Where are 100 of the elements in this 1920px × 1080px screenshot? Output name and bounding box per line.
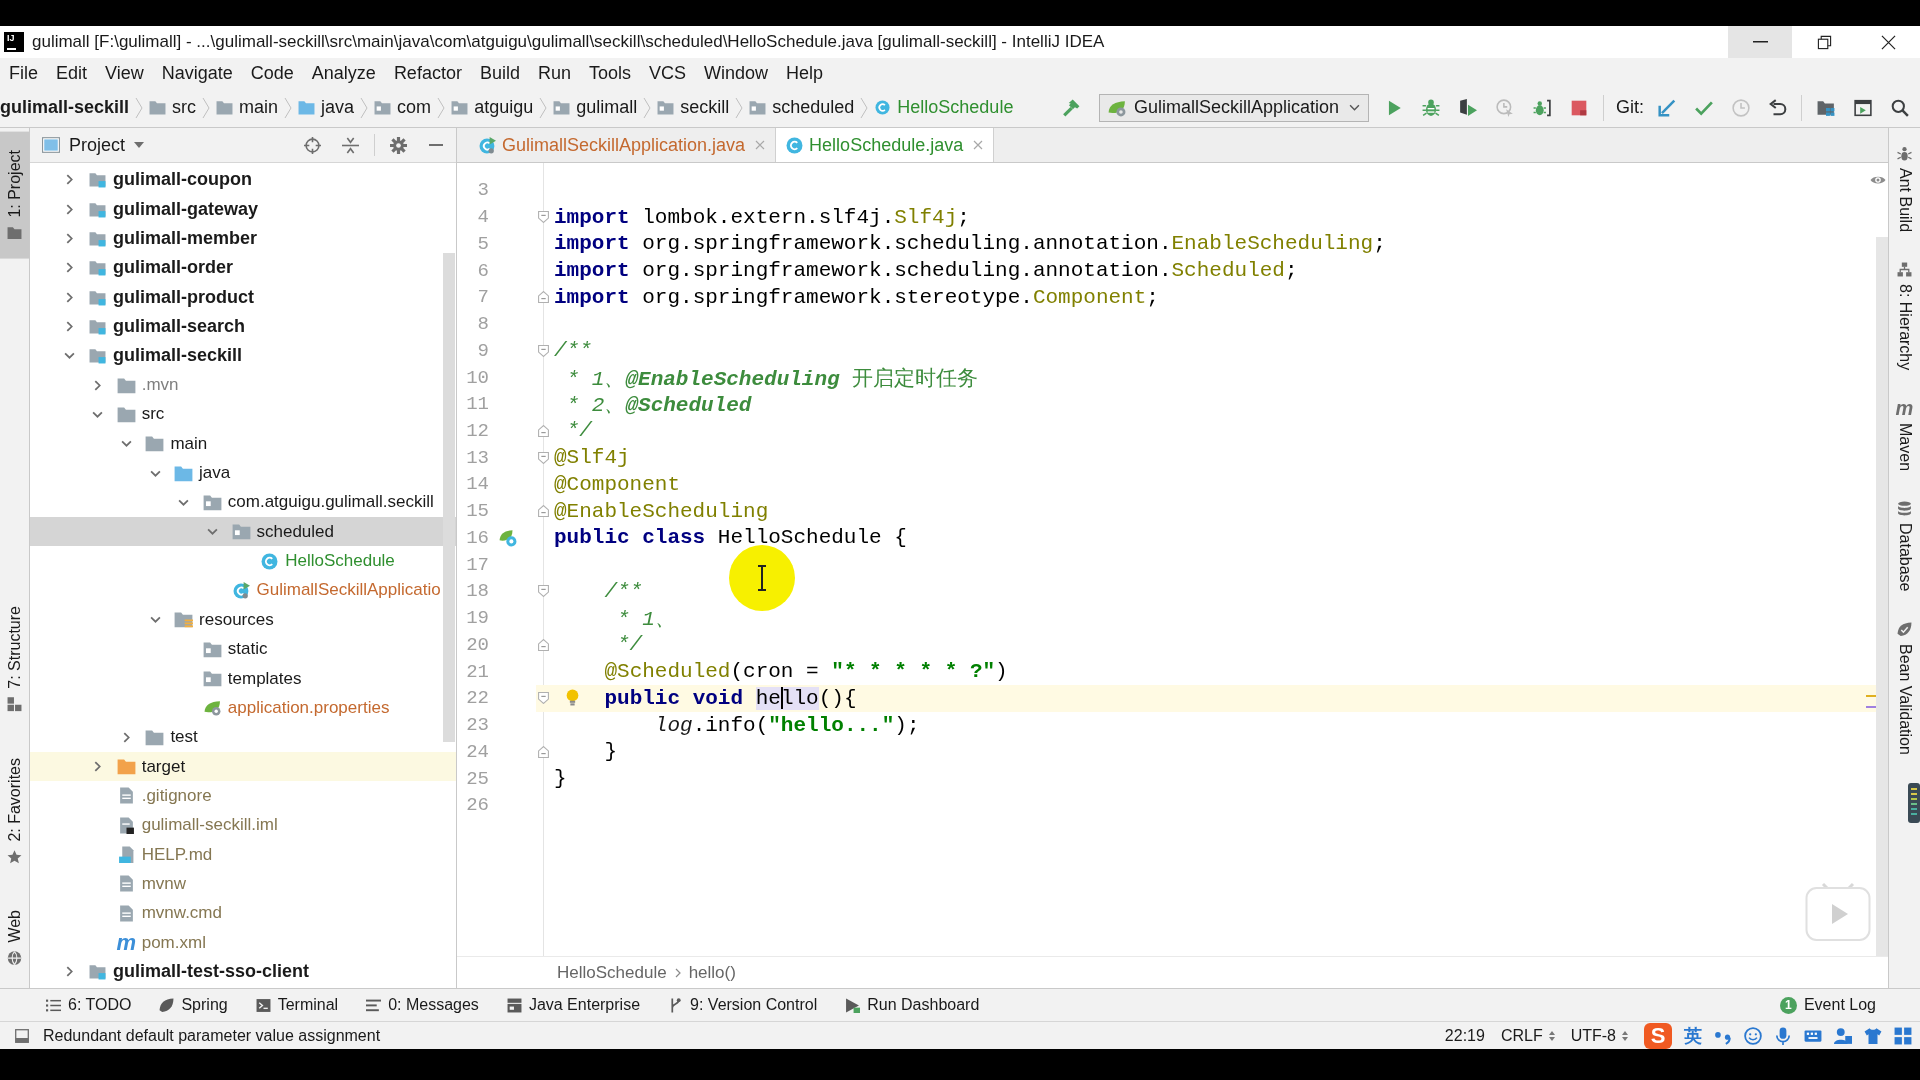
tree-item[interactable]: templates	[30, 663, 456, 694]
breadcrumb[interactable]: main	[216, 97, 279, 118]
tree-item[interactable]: mvnw.cmd	[30, 898, 456, 928]
tool-window-button[interactable]: 7: Structure	[0, 596, 29, 722]
fold-marker-icon[interactable]	[537, 344, 549, 357]
tool-window-button[interactable]: Run Dashboard	[843, 991, 982, 1019]
breadcrumb[interactable]: HelloSchedule	[874, 97, 1014, 118]
input-language-toggle[interactable]: 英	[1684, 1023, 1702, 1048]
tree-item[interactable]: scheduled	[30, 517, 456, 547]
menu-item[interactable]: Help	[777, 62, 833, 84]
tool-window-button[interactable]: 8: Hierarchy	[1895, 258, 1914, 375]
smiley-icon[interactable]	[1744, 1026, 1762, 1045]
window-play-icon[interactable]	[1853, 98, 1872, 117]
fold-marker-icon[interactable]	[537, 451, 549, 464]
tree-item[interactable]: HelloSchedule	[30, 546, 456, 576]
breadcrumb[interactable]: java	[298, 97, 355, 118]
folders-icon[interactable]	[1816, 98, 1835, 117]
fold-marker-icon[interactable]	[537, 745, 549, 758]
tool-window-button[interactable]: 9: Version Control	[666, 991, 820, 1019]
search-icon[interactable]	[1890, 98, 1909, 117]
tree-item[interactable]: target	[30, 751, 456, 782]
shield-play-icon[interactable]	[1459, 98, 1478, 117]
tool-window-button[interactable]: Database	[1895, 497, 1914, 596]
breadcrumb[interactable]: gulimall	[553, 97, 638, 118]
menu-item[interactable]: View	[96, 62, 153, 84]
fold-marker-icon[interactable]	[537, 424, 549, 437]
tool-window-button[interactable]: Ant Build	[1895, 142, 1914, 237]
breadcrumb[interactable]: seckill	[657, 97, 730, 118]
tool-window-button[interactable]: 1 Event Log	[1777, 991, 1878, 1019]
close-icon[interactable]	[755, 140, 766, 150]
person-icon[interactable]	[1834, 1026, 1852, 1045]
tool-window-button[interactable]: 0: Messages	[364, 991, 481, 1019]
menu-item[interactable]: Window	[695, 62, 778, 84]
chevron-right-icon[interactable]	[92, 379, 104, 391]
tree-item[interactable]: application.properties	[30, 693, 456, 723]
tool-window-button[interactable]: 2: Favorites	[0, 747, 29, 875]
fold-marker-icon[interactable]	[537, 211, 549, 224]
tree-item[interactable]: resources	[30, 605, 456, 635]
tree-item[interactable]: com.atguigu.gulimall.seckill	[30, 487, 456, 518]
fold-marker-icon[interactable]	[537, 291, 549, 304]
lightbulb-icon[interactable]	[566, 688, 579, 706]
fold-marker-icon[interactable]	[537, 585, 549, 598]
chevron-right-icon[interactable]	[92, 761, 104, 773]
tree-item[interactable]: java	[30, 458, 456, 488]
menu-item[interactable]: Navigate	[152, 62, 242, 84]
tree-item[interactable]: .mvn	[30, 370, 456, 400]
run-configuration-dropdown[interactable]: GulimallSeckillApplication	[1099, 93, 1369, 122]
breadcrumb[interactable]: scheduled	[749, 97, 855, 118]
arrow-down-left-icon[interactable]	[1657, 98, 1676, 117]
grid-icon[interactable]	[1894, 1026, 1912, 1045]
tool-window-button[interactable]: Terminal	[253, 991, 341, 1019]
tree-item[interactable]: gulimall-member	[30, 223, 456, 254]
tree-item[interactable]: gulimall-search	[30, 311, 456, 342]
fold-marker-icon[interactable]	[537, 638, 549, 651]
crosshair-icon[interactable]	[304, 136, 321, 154]
breadcrumb[interactable]: atguigu	[451, 97, 534, 118]
tool-window-button[interactable]: 1: Project	[0, 132, 29, 259]
tree-item[interactable]: gulimall-product	[30, 282, 456, 312]
stop-icon[interactable]	[1570, 98, 1589, 117]
tree-item[interactable]: .gitignore	[30, 781, 456, 811]
tree-item[interactable]: gulimall-order	[30, 253, 456, 283]
menu-item[interactable]: Code	[241, 62, 303, 84]
close-icon[interactable]	[973, 140, 984, 150]
chevron-down-icon[interactable]	[149, 614, 161, 626]
tree-item[interactable]: m pom.xml	[30, 927, 456, 958]
tree-item[interactable]: static	[30, 634, 456, 664]
undo-icon[interactable]	[1768, 98, 1787, 117]
editor-tab[interactable]: HelloSchedule.java	[776, 128, 995, 162]
tool-window-button[interactable]: 6: TODO	[44, 991, 134, 1019]
collapse-all-icon[interactable]	[342, 136, 359, 154]
breadcrumb[interactable]: HelloSchedule	[557, 962, 667, 983]
tree-item[interactable]: main	[30, 429, 456, 459]
tree-item[interactable]: src	[30, 399, 456, 430]
menu-item[interactable]: Analyze	[302, 62, 385, 84]
line-separator-button[interactable]: CRLF	[1500, 1026, 1555, 1045]
gear-icon[interactable]	[390, 136, 407, 154]
tree-item[interactable]: GulimallSeckillApplicatio	[30, 575, 456, 606]
tree-item[interactable]: test	[30, 722, 456, 752]
tool-window-button[interactable]: Spring	[157, 991, 230, 1019]
menu-item[interactable]: Refactor	[384, 62, 471, 84]
caret-position-button[interactable]: 22:19	[1444, 1026, 1485, 1045]
bean-gutter-icon[interactable]	[499, 528, 517, 547]
fold-marker-icon[interactable]	[537, 505, 549, 518]
fold-marker-icon[interactable]	[537, 692, 549, 705]
chevron-down-icon[interactable]	[63, 350, 75, 362]
tree-item[interactable]: HELP.md	[30, 839, 456, 870]
tree-item[interactable]: mvnw	[30, 869, 456, 899]
menu-item[interactable]: Build	[470, 62, 529, 84]
menu-item[interactable]: Run	[528, 62, 580, 84]
tree-item[interactable]: gulimall-test-sso-client	[30, 957, 456, 987]
eye-icon[interactable]	[1870, 175, 1886, 185]
encoding-button[interactable]: UTF-8	[1570, 1026, 1628, 1045]
minimize-icon[interactable]	[428, 144, 444, 146]
shirt-icon[interactable]	[1864, 1026, 1882, 1045]
breadcrumb[interactable]: com	[374, 97, 432, 118]
chevron-down-icon[interactable]	[207, 526, 218, 538]
menu-item[interactable]: VCS	[640, 62, 695, 84]
microphone-icon[interactable]	[1774, 1026, 1792, 1045]
bug-icon[interactable]	[1422, 98, 1441, 117]
menu-item[interactable]: Edit	[47, 62, 97, 84]
